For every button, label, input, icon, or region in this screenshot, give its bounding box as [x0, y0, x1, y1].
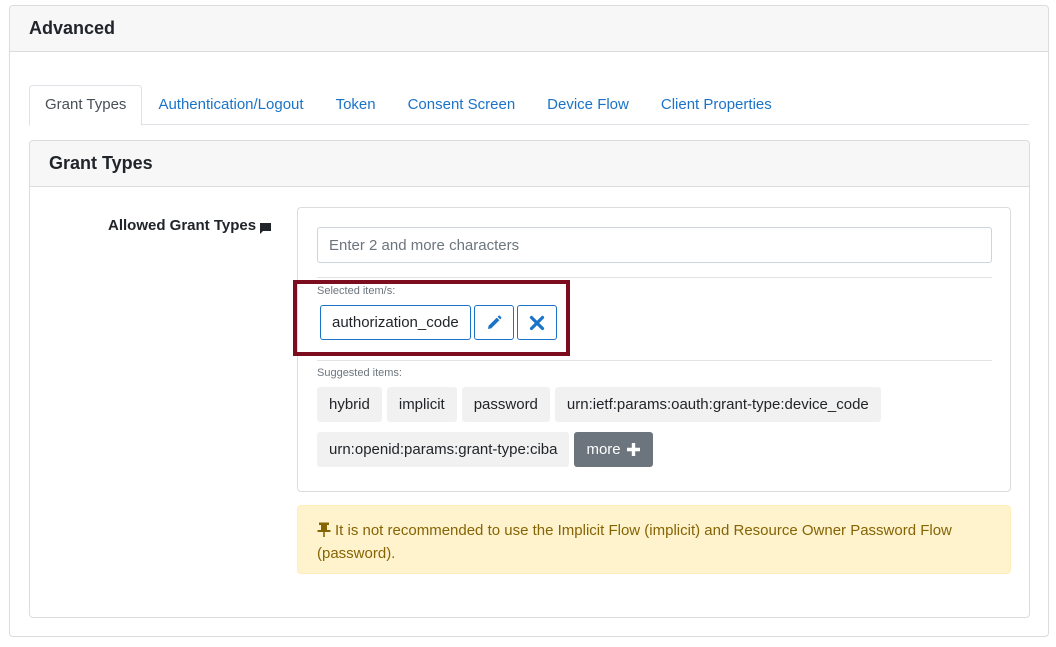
- advanced-panel-title: Advanced: [10, 6, 1048, 52]
- warning-text: It is not recommended to use the Implici…: [317, 522, 952, 562]
- implicit-flow-warning: It is not recommended to use the Implici…: [297, 505, 1011, 574]
- tab-bar: Grant Types Authentication/Logout Token …: [29, 85, 1029, 126]
- more-button[interactable]: more: [574, 432, 653, 467]
- pin-icon: [317, 521, 331, 537]
- suggested-items-caption: Suggested items:: [317, 367, 402, 379]
- suggested-item-hybrid[interactable]: hybrid: [317, 387, 382, 422]
- tab-grant-types[interactable]: Grant Types: [29, 85, 143, 126]
- more-button-label: more: [586, 441, 621, 458]
- grant-types-panel-title: Grant Types: [30, 141, 1029, 187]
- tab-device-flow[interactable]: Device Flow: [531, 85, 645, 125]
- tab-client-properties[interactable]: Client Properties: [645, 85, 788, 125]
- divider: [317, 360, 992, 361]
- selected-item-highlight: [293, 280, 570, 356]
- suggested-item-device-code[interactable]: urn:ietf:params:oauth:grant-type:device_…: [554, 387, 881, 422]
- tab-token[interactable]: Token: [320, 85, 392, 125]
- tab-authentication-logout[interactable]: Authentication/Logout: [142, 85, 319, 125]
- tab-consent-screen[interactable]: Consent Screen: [392, 85, 532, 125]
- grant-types-panel: Grant Types Allowed Grant Types Selected…: [29, 140, 1030, 618]
- suggested-item-ciba[interactable]: urn:openid:params:grant-type:ciba: [317, 432, 570, 467]
- comment-icon[interactable]: [260, 221, 272, 234]
- suggested-item-implicit[interactable]: implicit: [386, 387, 457, 422]
- allowed-grant-types-label: Allowed Grant Types: [108, 217, 272, 234]
- allowed-grant-types-label-text: Allowed Grant Types: [108, 217, 257, 234]
- suggested-item-password[interactable]: password: [461, 387, 550, 422]
- suggested-items-row: urn:openid:params:grant-type:ciba more: [317, 432, 653, 467]
- grant-type-search-input[interactable]: [317, 227, 992, 263]
- divider: [317, 277, 992, 278]
- plus-icon: [626, 443, 640, 456]
- suggested-items-row: hybrid implicit password urn:ietf:params…: [317, 387, 881, 422]
